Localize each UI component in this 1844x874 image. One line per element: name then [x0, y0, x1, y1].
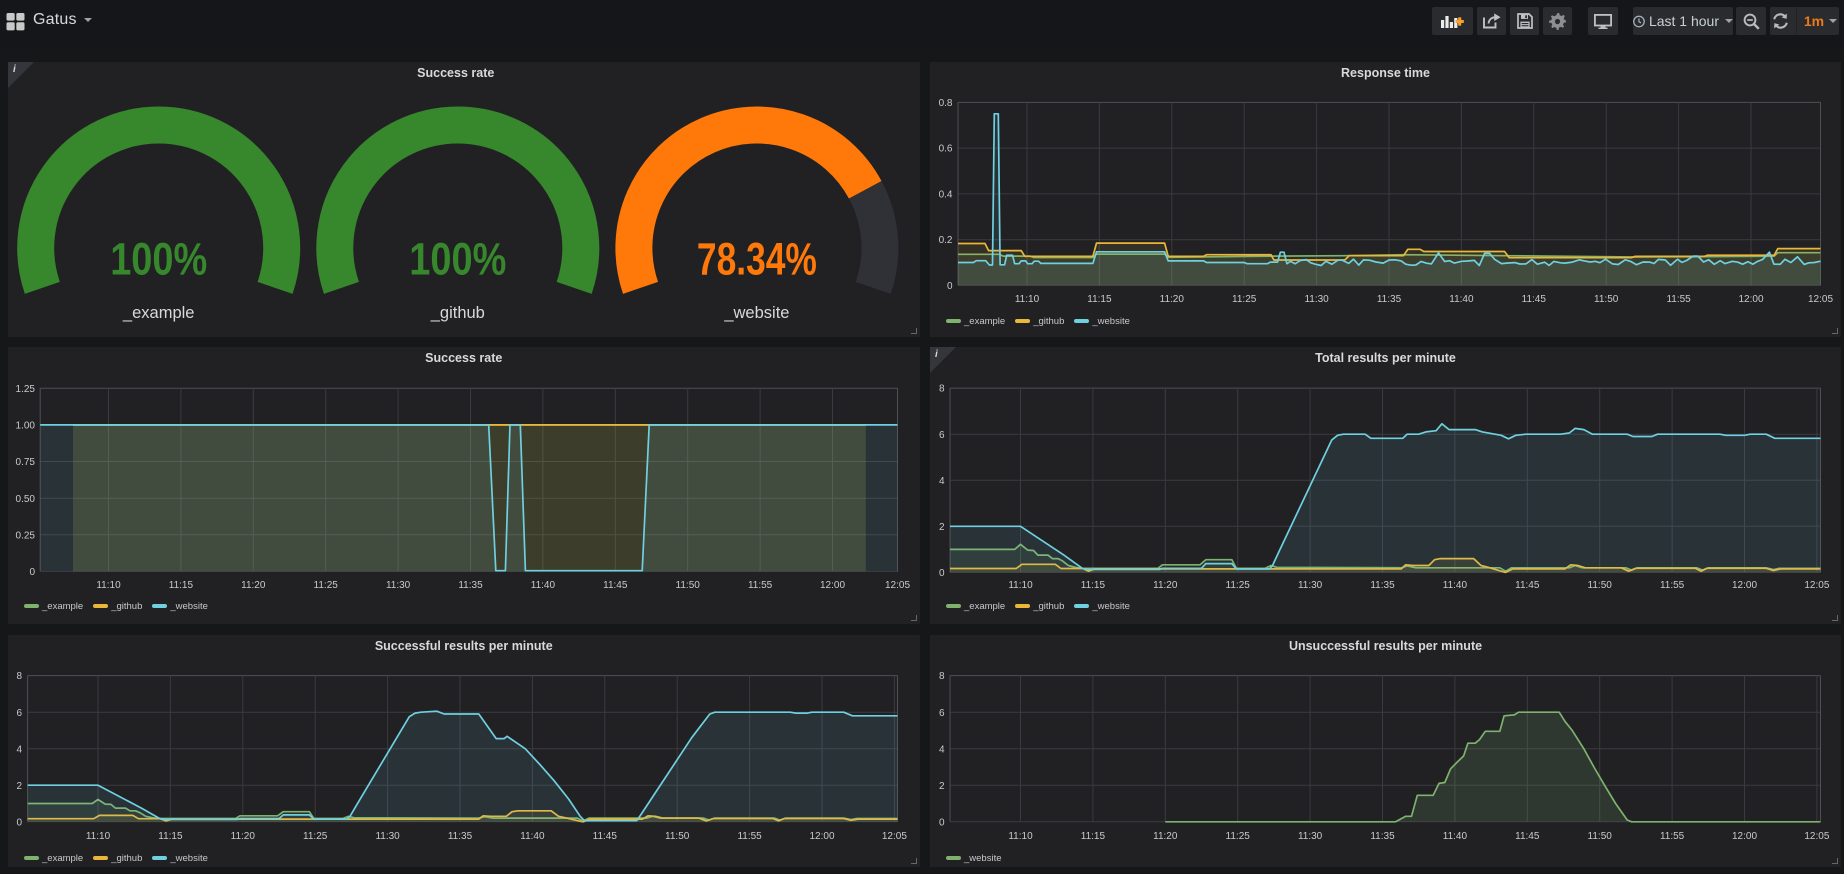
svg-text:0: 0	[939, 568, 945, 579]
svg-text:0.50: 0.50	[16, 494, 36, 505]
svg-text:_website: _website	[723, 304, 789, 322]
svg-text:11:30: 11:30	[1298, 580, 1323, 591]
svg-text:11:35: 11:35	[1377, 294, 1402, 305]
svg-text:0.25: 0.25	[16, 530, 36, 541]
svg-text:4: 4	[939, 744, 945, 755]
svg-text:0: 0	[939, 817, 945, 828]
svg-text:11:30: 11:30	[1298, 831, 1323, 842]
svg-text:12:00: 12:00	[809, 831, 834, 842]
svg-text:11:15: 11:15	[1087, 294, 1112, 305]
svg-text:11:25: 11:25	[1226, 580, 1251, 591]
svg-text:11:40: 11:40	[1449, 294, 1474, 305]
svg-text:11:50: 11:50	[1588, 580, 1613, 591]
svg-text:11:50: 11:50	[676, 580, 701, 591]
svg-text:11:20: 11:20	[231, 831, 256, 842]
svg-text:12:05: 12:05	[1804, 831, 1829, 842]
svg-text:0.8: 0.8	[939, 98, 953, 109]
svg-text:4: 4	[16, 744, 22, 755]
svg-text:11:10: 11:10	[96, 580, 121, 591]
svg-text:11:55: 11:55	[1660, 580, 1685, 591]
svg-text:100%: 100%	[110, 233, 207, 284]
svg-text:11:25: 11:25	[1226, 831, 1251, 842]
svg-text:8: 8	[16, 671, 22, 682]
svg-text:11:25: 11:25	[303, 831, 328, 842]
svg-text:_github: _github	[430, 304, 485, 322]
svg-text:11:10: 11:10	[1008, 831, 1033, 842]
svg-text:1.00: 1.00	[16, 421, 36, 432]
svg-text:11:10: 11:10	[1015, 294, 1040, 305]
svg-text:6: 6	[16, 708, 22, 719]
svg-text:11:55: 11:55	[1666, 294, 1691, 305]
svg-text:0: 0	[16, 817, 22, 828]
svg-text:11:55: 11:55	[748, 580, 773, 591]
svg-text:1.25: 1.25	[16, 384, 36, 395]
svg-text:11:20: 11:20	[1160, 294, 1185, 305]
svg-text:11:40: 11:40	[531, 580, 556, 591]
svg-text:11:10: 11:10	[86, 831, 111, 842]
svg-text:12:05: 12:05	[1808, 294, 1833, 305]
svg-text:11:50: 11:50	[665, 831, 690, 842]
svg-text:11:40: 11:40	[1443, 831, 1468, 842]
svg-text:11:30: 11:30	[386, 580, 411, 591]
svg-text:12:00: 12:00	[1732, 580, 1757, 591]
svg-text:_example: _example	[122, 304, 195, 322]
svg-text:11:45: 11:45	[593, 831, 618, 842]
svg-text:0.75: 0.75	[16, 457, 36, 468]
svg-text:11:35: 11:35	[1370, 580, 1395, 591]
svg-text:11:15: 11:15	[1081, 831, 1106, 842]
svg-text:6: 6	[939, 430, 945, 441]
svg-text:12:00: 12:00	[1732, 831, 1757, 842]
svg-text:6: 6	[939, 708, 945, 719]
svg-text:11:45: 11:45	[1515, 831, 1540, 842]
svg-text:11:35: 11:35	[458, 580, 483, 591]
svg-text:11:45: 11:45	[1522, 294, 1547, 305]
svg-text:11:55: 11:55	[1660, 831, 1685, 842]
svg-text:11:20: 11:20	[1153, 831, 1178, 842]
svg-text:11:30: 11:30	[1304, 294, 1329, 305]
svg-text:11:45: 11:45	[603, 580, 628, 591]
svg-text:11:15: 11:15	[158, 831, 183, 842]
svg-text:11:25: 11:25	[1232, 294, 1257, 305]
svg-text:11:35: 11:35	[448, 831, 473, 842]
svg-text:11:20: 11:20	[1153, 580, 1178, 591]
svg-text:11:40: 11:40	[1443, 580, 1468, 591]
svg-text:11:20: 11:20	[241, 580, 266, 591]
svg-text:11:45: 11:45	[1515, 580, 1540, 591]
svg-text:11:25: 11:25	[314, 580, 339, 591]
svg-text:8: 8	[939, 671, 945, 682]
svg-text:11:10: 11:10	[1008, 580, 1033, 591]
svg-text:100%: 100%	[409, 233, 506, 284]
svg-text:12:00: 12:00	[1738, 294, 1763, 305]
svg-text:12:05: 12:05	[1804, 580, 1829, 591]
svg-text:2: 2	[16, 781, 22, 792]
svg-text:0.6: 0.6	[939, 144, 953, 155]
svg-text:0: 0	[29, 567, 35, 578]
svg-text:11:30: 11:30	[375, 831, 400, 842]
svg-text:0.2: 0.2	[939, 235, 953, 246]
svg-text:12:05: 12:05	[885, 580, 910, 591]
svg-text:2: 2	[939, 781, 945, 792]
svg-text:11:55: 11:55	[737, 831, 762, 842]
svg-text:8: 8	[939, 384, 945, 395]
svg-text:12:00: 12:00	[820, 580, 845, 591]
svg-text:11:50: 11:50	[1594, 294, 1619, 305]
svg-text:2: 2	[939, 522, 945, 533]
svg-text:12:05: 12:05	[882, 831, 907, 842]
svg-text:11:15: 11:15	[1081, 580, 1106, 591]
svg-text:11:50: 11:50	[1588, 831, 1613, 842]
svg-text:0: 0	[947, 281, 953, 292]
svg-text:0.4: 0.4	[939, 190, 953, 201]
svg-text:11:40: 11:40	[520, 831, 545, 842]
svg-text:78.34%: 78.34%	[697, 233, 817, 284]
svg-text:4: 4	[939, 476, 945, 487]
svg-text:11:35: 11:35	[1370, 831, 1395, 842]
svg-text:11:15: 11:15	[169, 580, 194, 591]
